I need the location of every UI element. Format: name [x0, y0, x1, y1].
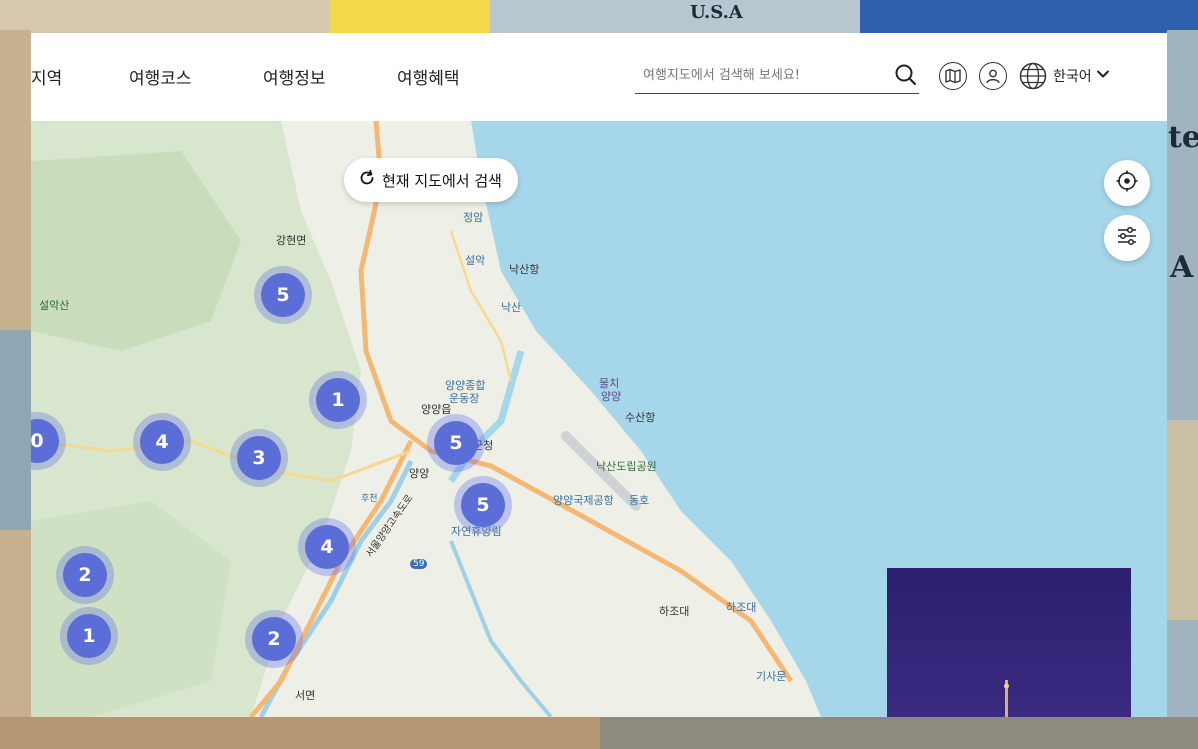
map-cluster-marker[interactable]: 5: [461, 483, 505, 527]
nav-item-travel-info[interactable]: 여행정보: [263, 64, 326, 89]
map-label: 수산항: [625, 411, 656, 424]
tower-silhouette-image: [887, 568, 1131, 717]
app-window: 지역 여행코스 여행정보 여행혜택 한국어: [31, 33, 1167, 717]
map-cluster-marker[interactable]: 3: [237, 436, 281, 480]
top-header: 지역 여행코스 여행정보 여행혜택 한국어: [31, 33, 1167, 121]
search-icon[interactable]: [893, 62, 919, 88]
map-label: 낙산항: [509, 263, 540, 276]
map-label: 양양: [409, 467, 430, 480]
map-label: 동호: [629, 494, 650, 507]
search-current-map-button[interactable]: 현재 지도에서 검색: [344, 158, 518, 202]
map-label: 기사문: [756, 670, 787, 683]
search-bar: [635, 57, 919, 94]
map-label: 강현면: [276, 234, 307, 247]
map-cluster-marker[interactable]: 1: [316, 378, 360, 422]
filter-sliders-icon: [1116, 225, 1138, 251]
map-label: 하조대: [726, 601, 757, 614]
map-icon[interactable]: [939, 62, 967, 90]
route-badge: 59: [410, 559, 428, 569]
user-icon[interactable]: [979, 62, 1007, 90]
map-cluster-marker[interactable]: 5: [261, 273, 305, 317]
language-label: 한국어: [1053, 69, 1092, 85]
refresh-icon: [358, 169, 376, 191]
chevron-down-icon: [1096, 67, 1110, 85]
map-label: 설악산: [39, 299, 70, 312]
nav-item-travel-benefits[interactable]: 여행혜택: [397, 64, 460, 89]
filter-button[interactable]: [1104, 215, 1150, 261]
map-cluster-marker[interactable]: 2: [252, 617, 296, 661]
search-current-map-label: 현재 지도에서 검색: [382, 171, 502, 190]
map-cluster-marker[interactable]: 5: [434, 421, 478, 465]
map-label: 양양읍: [421, 403, 452, 416]
locate-button[interactable]: [1104, 160, 1150, 206]
map-label: 후천: [361, 494, 378, 504]
map-label: 하조대: [659, 605, 690, 618]
map-cluster-marker[interactable]: 4: [140, 420, 184, 464]
map-label: 정암: [463, 211, 484, 224]
map-label: 양양: [601, 390, 622, 403]
globe-icon[interactable]: [1019, 62, 1047, 90]
language-selector[interactable]: 한국어: [1053, 66, 1110, 86]
map-cluster-marker[interactable]: 1: [67, 614, 111, 658]
map-label: 낙산: [501, 301, 522, 314]
map-label: 양양국제공항: [553, 494, 614, 507]
map-label: 서면: [295, 689, 316, 702]
map-canvas[interactable]: 강현면 설악산 정암 설악 낙산항 낙산 양양종합 운동장 물치 양양 양양읍 …: [31, 121, 1167, 717]
map-label: 설악: [465, 254, 486, 267]
nav-item-region[interactable]: 지역: [31, 64, 62, 89]
map-cluster-marker[interactable]: 2: [63, 553, 107, 597]
search-input[interactable]: [635, 63, 893, 87]
map-cluster-marker[interactable]: 4: [305, 525, 349, 569]
locate-icon: [1115, 169, 1139, 197]
nav-item-travel-course[interactable]: 여행코스: [129, 64, 192, 89]
map-label: 운동장: [449, 392, 480, 405]
map-label: 낙산도립공원: [596, 460, 657, 473]
promo-image[interactable]: [887, 568, 1131, 717]
